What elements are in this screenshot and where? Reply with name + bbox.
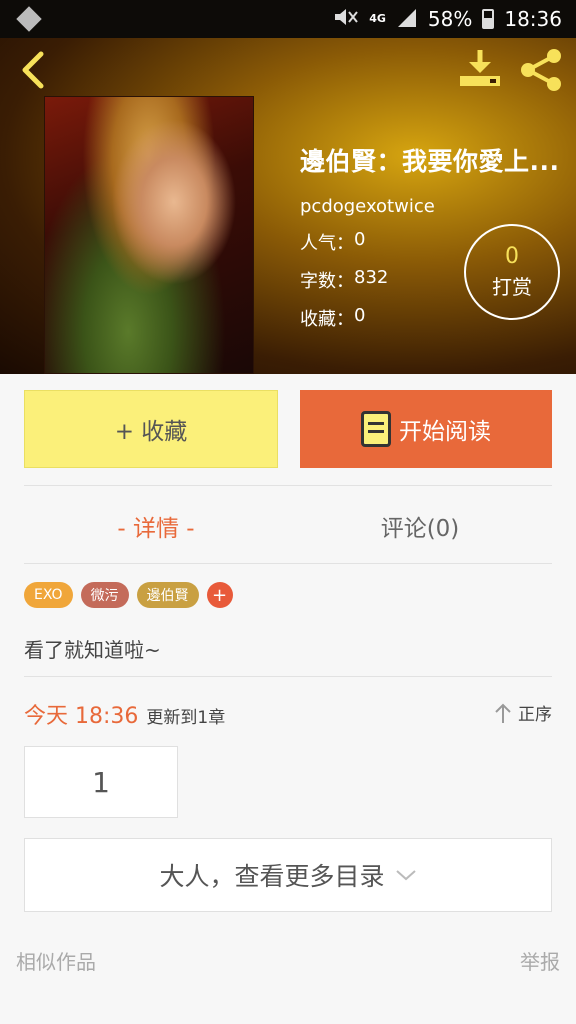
collect-button[interactable]: + 收藏 [24,390,278,468]
divider [24,485,552,486]
mute-icon [333,7,359,32]
favorites-label: 收藏： [300,309,354,330]
word-count-label: 字数： [300,271,354,292]
tag-baekhyun[interactable]: 邊伯賢 [136,582,199,608]
status-bar: 4G 58% 18:36 [0,0,576,38]
tab-detail[interactable]: - 详情 - [24,500,288,552]
status-time: 18:36 [504,7,562,31]
report-button[interactable]: 举报 [520,946,560,975]
reward-button[interactable]: 0 打赏 [464,224,560,320]
battery-icon [482,9,495,29]
share-button[interactable] [518,46,566,94]
popularity-value: 0 [354,229,366,250]
more-chapters-label: 大人，查看更多目录 [159,862,385,891]
book-title: 邊伯賢：我要你愛上... [300,147,560,176]
favorites-value: 0 [354,305,366,326]
book-header: 邊伯賢：我要你愛上... pcdogexotwice 人气： 0 字数： 832… [0,38,576,374]
update-text: 更新到1章 [146,708,226,728]
chapter-item[interactable]: 1 [24,746,178,818]
tab-comments[interactable]: 评论(0) [288,500,552,552]
chevron-down-icon [395,870,416,881]
book-description: 看了就知道啦~ [24,638,161,662]
reward-label: 打赏 [492,275,532,299]
update-info: 今天 18:36 更新到1章 [24,698,225,730]
word-count-value: 832 [354,267,389,288]
update-time: 今天 18:36 [24,704,139,729]
book-icon [361,411,391,447]
more-chapters-button[interactable]: 大人，查看更多目录 [24,838,552,912]
similar-works-heading: 相似作品 [16,950,96,974]
divider [24,676,552,677]
download-button[interactable] [456,46,504,94]
tag-weiwu[interactable]: 微污 [80,582,129,608]
share-icon [521,49,561,91]
start-reading-label: 开始阅读 [399,419,491,445]
tag-exo[interactable]: EXO [24,582,73,608]
back-chevron-icon [22,51,44,89]
download-icon [460,50,500,86]
divider [24,563,552,564]
battery-percent: 58% [427,7,473,31]
add-tag-button[interactable]: + [206,582,233,608]
arrow-up-icon [495,703,511,723]
signal-icon [396,7,418,32]
network-label: 4G [369,12,386,25]
sort-order-button[interactable]: 正序 [494,700,552,725]
start-reading-button[interactable]: 开始阅读 [300,390,552,468]
tag-list: EXO 微污 邊伯賢 + [24,582,233,608]
sort-order-label: 正序 [518,705,552,725]
back-button[interactable] [12,48,52,92]
reward-count: 0 [505,244,519,269]
notification-icon [16,6,42,32]
popularity-label: 人气： [300,233,354,254]
book-author[interactable]: pcdogexotwice [300,196,570,217]
book-cover-image[interactable] [44,96,254,374]
